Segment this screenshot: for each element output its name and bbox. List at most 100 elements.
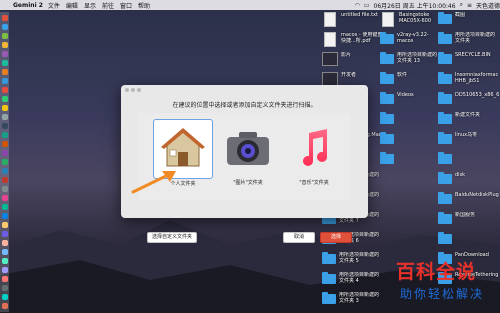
menu-window[interactable]: 窗口: [120, 1, 132, 10]
desktop-item-label: 用所选项目新建的文件夹 4: [339, 272, 380, 284]
desktop-item-label: 软件: [397, 72, 408, 78]
select-button[interactable]: 选择: [320, 232, 352, 243]
desktop-item[interactable]: [438, 152, 499, 171]
annotation-arrow-icon: [131, 171, 176, 194]
desktop-item[interactable]: Videos: [380, 92, 443, 111]
dock-app-icon[interactable]: [1, 114, 8, 120]
folder-icon: [380, 92, 394, 104]
choose-custom-folder-button[interactable]: 选择自定义文件夹: [147, 232, 197, 243]
desktop-item[interactable]: 用所选项目新建的文件夹 3: [322, 292, 385, 311]
dock-app-icon[interactable]: [1, 105, 8, 111]
close-dot[interactable]: [125, 88, 129, 92]
dock-app-icon[interactable]: [1, 42, 8, 48]
desktop-item[interactable]: 用所选项目新建的文件夹 13: [380, 52, 443, 71]
dock-app-icon[interactable]: [1, 87, 8, 93]
desktop-item[interactable]: [380, 132, 443, 151]
wifi-icon[interactable]: ◠: [355, 2, 360, 9]
desktop-item[interactable]: disk: [438, 172, 499, 191]
desktop-item[interactable]: 软件: [380, 72, 443, 91]
desktop-item-label: DD510653_x86_64: [455, 92, 499, 98]
desktop-item[interactable]: 截图: [438, 12, 499, 31]
cancel-button[interactable]: 取消: [283, 232, 315, 243]
search-icon[interactable]: ⌕: [460, 1, 463, 9]
desktop-item-label: BaiduNetdiskPlugin-...master: [455, 192, 499, 198]
desktop-item[interactable]: BaiduNetdiskPlugin-...master: [438, 192, 499, 211]
dock-app-icon[interactable]: [1, 222, 8, 228]
menu-go[interactable]: 前往: [102, 1, 114, 10]
dock-app-icon[interactable]: [1, 213, 8, 219]
desktop-item-label: Basingstoke MAC05X-600: [399, 12, 432, 24]
app-menu[interactable]: Gemini 2: [13, 2, 43, 9]
menu-view[interactable]: 显示: [84, 1, 96, 10]
option-pictures-label: "图片"文件夹: [233, 180, 263, 186]
desktop-item[interactable]: Insomniaxformac HHB_jb51: [438, 72, 499, 91]
dock-app-icon[interactable]: [1, 285, 8, 291]
dock-app-icon[interactable]: [1, 240, 8, 246]
dock-app-icon[interactable]: [1, 276, 8, 282]
menu-help[interactable]: 帮助: [138, 1, 150, 10]
watermark-title: 百科全说: [396, 261, 477, 283]
dock-app-icon[interactable]: [1, 204, 8, 210]
dock-app-icon[interactable]: [1, 123, 8, 129]
desktop-item[interactable]: 用所选项目新建的文件夹 5: [322, 252, 385, 271]
dock-app-icon[interactable]: [1, 249, 8, 255]
dock-app-icon[interactable]: [1, 69, 8, 75]
desktop-item[interactable]: Basingstoke MAC05X-600: [380, 12, 443, 31]
dock-app-icon[interactable]: [1, 33, 8, 39]
desktop-item[interactable]: [380, 112, 443, 131]
dock-app-icon[interactable]: [1, 231, 8, 237]
desktop-item[interactable]: [380, 152, 443, 171]
folder-icon: [438, 32, 452, 44]
desktop-item[interactable]: 影片: [322, 52, 385, 71]
dock-app-icon[interactable]: [1, 132, 8, 138]
option-music-folder[interactable]: "音乐"文件夹: [285, 119, 343, 186]
desktop-item[interactable]: 用所选项目新建的文件夹: [438, 32, 499, 51]
desktop-item[interactable]: 新国服务: [438, 212, 499, 231]
option-pictures-folder[interactable]: "图片"文件夹: [219, 119, 277, 186]
datetime[interactable]: 06月26日 周五 上午10:00:46: [374, 1, 456, 10]
folder-icon: [438, 52, 452, 64]
desktop-item[interactable]: untitled file.txt: [322, 12, 385, 31]
folder-icon: [438, 112, 452, 124]
dock-app-icon[interactable]: [1, 15, 8, 21]
dock-app-icon[interactable]: [1, 195, 8, 201]
desktop-item[interactable]: 用所选项目新建的文件夹 4: [322, 272, 385, 291]
desktop-item[interactable]: v2ray-v3.22-macos: [380, 32, 443, 51]
desktop-item[interactable]: linux乌苓: [438, 132, 499, 151]
desktop-item-label: 截图: [455, 12, 466, 18]
desktop-item-label: 新国服务: [455, 212, 476, 218]
folder-icon: [322, 272, 336, 284]
desktop-item[interactable]: SRECYCLE.BIN: [438, 52, 499, 71]
dock-app-icon[interactable]: [1, 267, 8, 273]
desktop-item[interactable]: [438, 232, 499, 251]
dock-app-icon[interactable]: [1, 294, 8, 300]
folder-icon: [438, 12, 452, 24]
battery-icon[interactable]: ▭: [364, 2, 370, 9]
dock-app-icon[interactable]: [1, 96, 8, 102]
assistant-label[interactable]: 天色道德: [476, 1, 500, 10]
menu-edit[interactable]: 编辑: [66, 1, 78, 10]
dock: [0, 12, 9, 312]
dock-app-icon[interactable]: [1, 186, 8, 192]
dock-app-icon[interactable]: [1, 78, 8, 84]
photos-icon: [227, 132, 269, 165]
dock-app-icon[interactable]: [1, 24, 8, 30]
dock-app-icon[interactable]: [1, 303, 8, 309]
zoom-dot[interactable]: [137, 88, 141, 92]
dock-app-icon[interactable]: [1, 141, 8, 147]
desktop-item[interactable]: macos - 使用键盘快捷...所.pdf: [322, 32, 385, 51]
dock-app-icon[interactable]: [1, 177, 8, 183]
desktop-item[interactable]: 新建文件夹: [438, 112, 499, 131]
desktop-item-label: 开发者: [341, 72, 357, 78]
dock-app-icon[interactable]: [1, 258, 8, 264]
folder-icon: [322, 252, 336, 264]
dock-app-icon[interactable]: [1, 60, 8, 66]
dock-app-icon[interactable]: [1, 150, 8, 156]
control-center-icon[interactable]: ≡: [467, 2, 472, 9]
menu-file[interactable]: 文件: [48, 1, 60, 10]
desktop-item[interactable]: DD510653_x86_64: [438, 92, 499, 111]
minimize-dot[interactable]: [131, 88, 135, 92]
dock-app-icon[interactable]: [1, 168, 8, 174]
dock-app-icon[interactable]: [1, 159, 8, 165]
dock-app-icon[interactable]: [1, 51, 8, 57]
